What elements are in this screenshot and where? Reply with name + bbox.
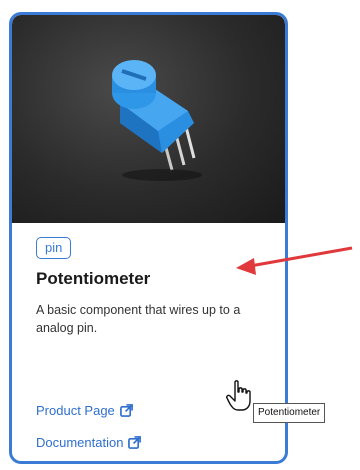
documentation-label: Documentation <box>36 435 124 450</box>
hand-pointer-icon <box>226 380 251 411</box>
tooltip: Potentiometer <box>253 403 326 423</box>
external-link-icon <box>119 404 133 417</box>
product-page-link[interactable]: Product Page <box>36 403 133 418</box>
card-description: A basic component that wires up to a ana… <box>36 303 241 335</box>
shadow <box>122 169 202 181</box>
stage: pin Potentiometer A basic component that… <box>0 0 360 470</box>
potentiometer-photo <box>112 60 202 181</box>
component-image <box>12 15 285 223</box>
card-title: Potentiometer <box>36 269 151 288</box>
documentation-link[interactable]: Documentation <box>36 435 142 450</box>
category-tag: pin <box>36 237 72 259</box>
external-link-icon <box>128 436 142 449</box>
product-page-label: Product Page <box>36 403 115 418</box>
